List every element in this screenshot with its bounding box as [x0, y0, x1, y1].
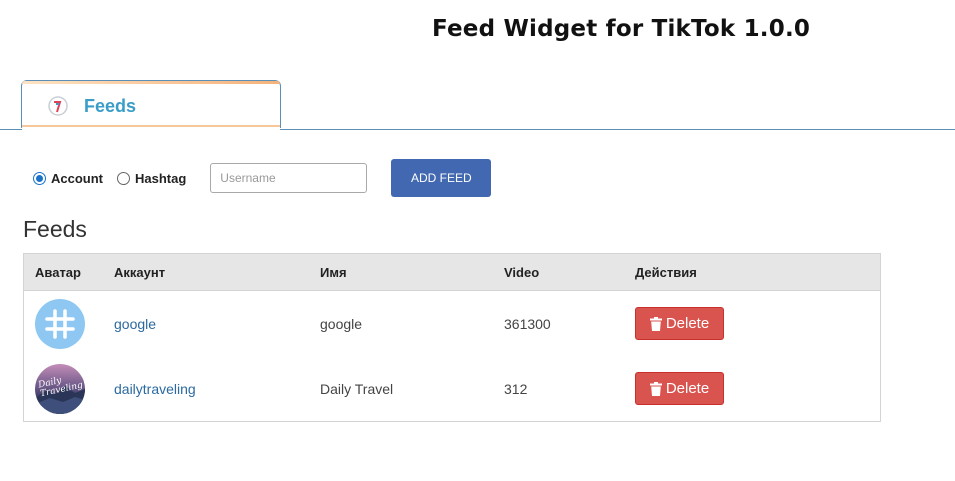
radio-hashtag-dot[interactable]	[117, 171, 130, 185]
trash-icon	[649, 316, 662, 331]
account-link[interactable]: dailytraveling	[114, 381, 196, 397]
delete-button[interactable]: Delete	[635, 372, 724, 405]
table-row: Daily Traveling dailytraveling Daily Trav…	[24, 356, 881, 422]
table-header-row: Аватар Аккаунт Имя Video Действия	[23, 253, 881, 291]
tab-feeds[interactable]: Feeds	[21, 80, 281, 130]
radio-account-label: Account	[51, 170, 103, 186]
header-actions: Действия	[635, 253, 881, 291]
header-video: Video	[504, 253, 635, 291]
header-account: Аккаунт	[114, 253, 320, 291]
account-cell: google	[114, 291, 320, 357]
avatar-cell: Daily Traveling	[24, 356, 115, 422]
radio-account[interactable]: Account	[33, 171, 103, 186]
tab-label: Feeds	[84, 96, 137, 116]
name-cell: Daily Travel	[320, 380, 394, 397]
table-row: google google 361300 Delete	[24, 291, 881, 357]
app-title: Feed Widget for TikTok 1.0.0	[432, 16, 811, 42]
add-feed-controls: Account Hashtag ADD FEED	[33, 159, 492, 197]
section-heading: Feeds	[23, 216, 87, 242]
header-avatar: Аватар	[23, 253, 114, 291]
tab-accent	[22, 81, 280, 84]
account-link[interactable]: google	[114, 316, 156, 332]
actions-cell: Delete	[635, 356, 881, 422]
tiktok-feed-logo-icon	[46, 94, 70, 118]
delete-button[interactable]: Delete	[635, 307, 724, 340]
hashtag-icon	[35, 298, 85, 349]
username-input[interactable]	[210, 163, 368, 193]
radio-hashtag[interactable]: Hashtag	[117, 171, 186, 186]
avatar-cell	[24, 291, 115, 357]
radio-account-dot[interactable]	[33, 171, 46, 185]
daily-traveling-avatar: Daily Traveling	[35, 363, 85, 414]
delete-button-label: Delete	[665, 380, 710, 397]
tab-bar: Feeds	[0, 80, 955, 130]
header-name: Имя	[320, 253, 504, 291]
video-count-cell: 312	[504, 380, 528, 397]
actions-cell: Delete	[635, 291, 881, 357]
name-cell: google	[320, 315, 363, 332]
radio-hashtag-label: Hashtag	[135, 170, 187, 186]
account-cell: dailytraveling	[114, 356, 320, 422]
add-feed-button[interactable]: ADD FEED	[391, 159, 492, 197]
trash-icon	[649, 381, 662, 396]
feeds-table: Аватар Аккаунт Имя Video Действия google…	[23, 253, 881, 422]
video-count-cell: 361300	[504, 315, 551, 332]
delete-button-label: Delete	[665, 315, 710, 332]
